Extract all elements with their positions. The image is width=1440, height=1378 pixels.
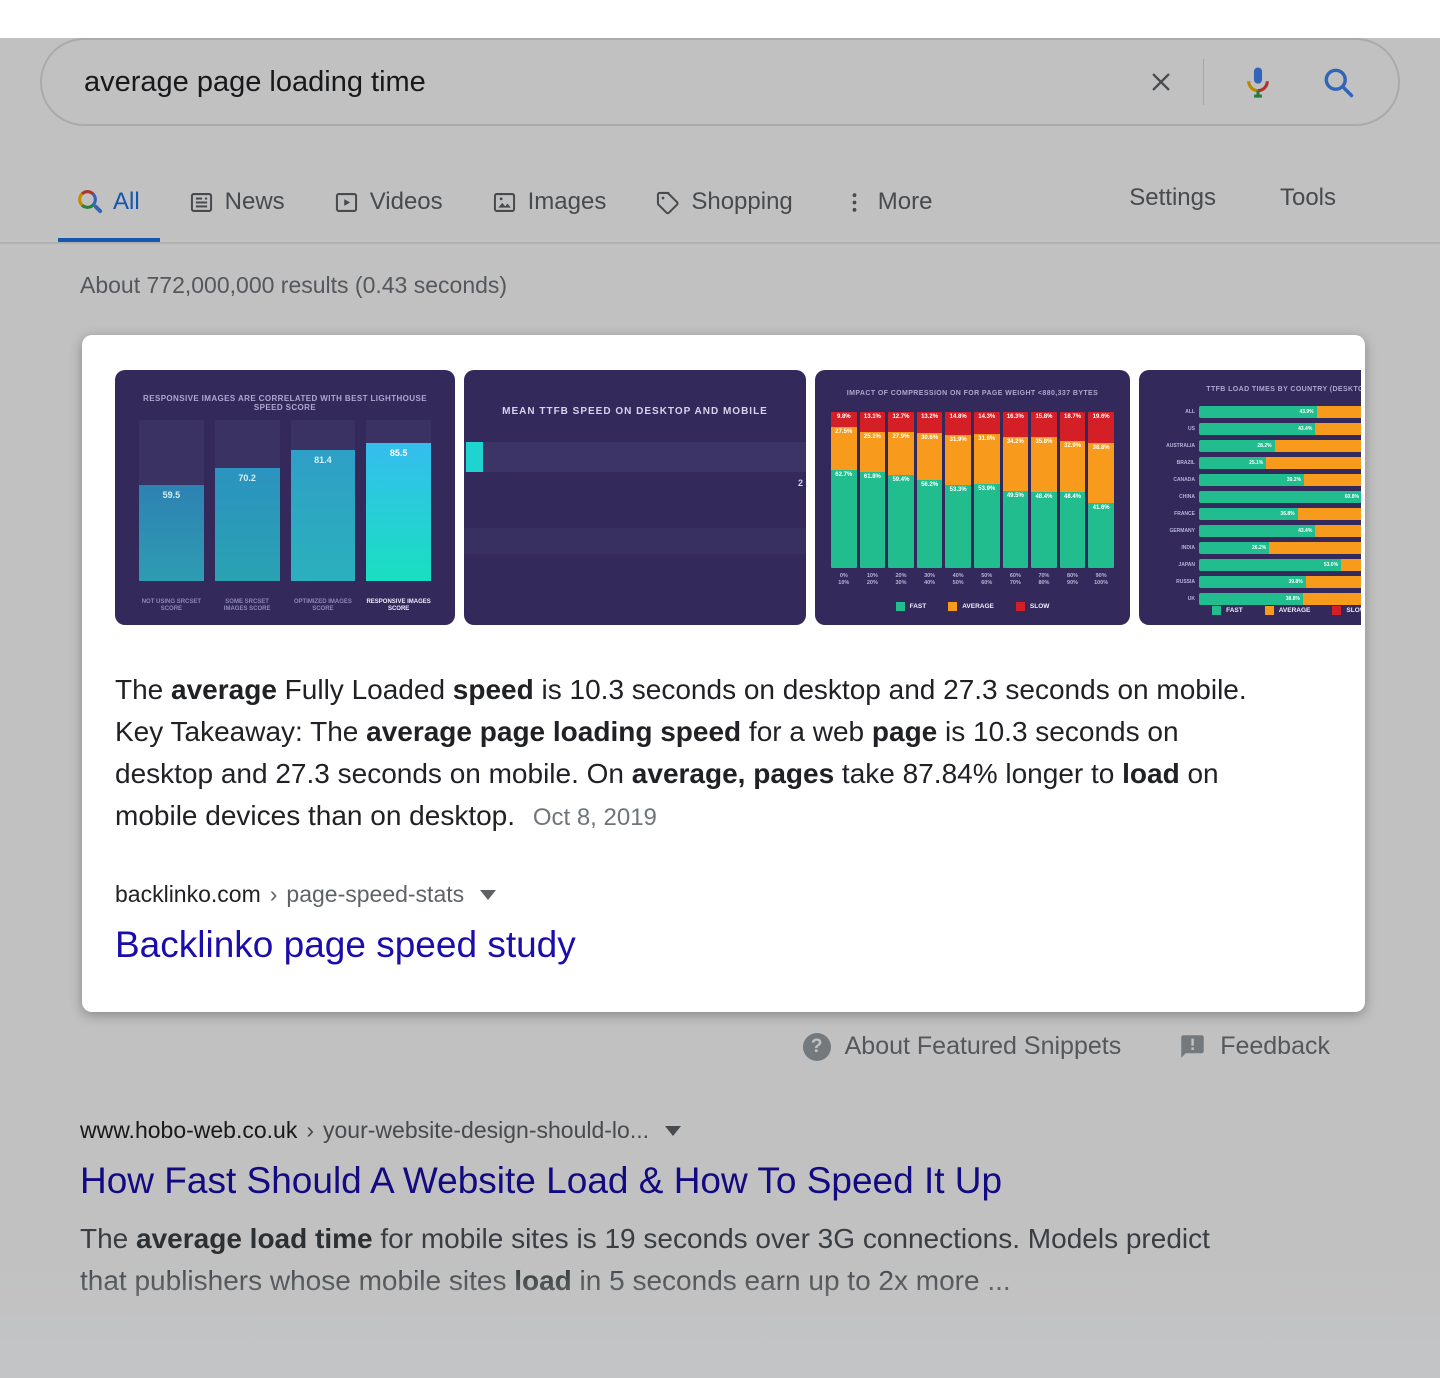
shopping-icon xyxy=(654,189,681,216)
result-options-caret-icon[interactable] xyxy=(480,890,496,900)
tab-label: Images xyxy=(528,188,607,216)
help-question-icon: ? xyxy=(803,1033,831,1061)
tab-shopping[interactable]: Shopping xyxy=(634,166,812,242)
chart-thumb-lighthouse-score[interactable]: RESPONSIVE IMAGES ARE CORRELATED WITH BE… xyxy=(115,370,455,625)
about-featured-snippets-link[interactable]: ? About Featured Snippets xyxy=(803,1032,1122,1061)
featured-snippet-card: RESPONSIVE IMAGES ARE CORRELATED WITH BE… xyxy=(82,335,1365,1012)
tab-all[interactable]: All xyxy=(58,166,160,242)
breadcrumb-path: page-speed-stats xyxy=(286,881,464,908)
result-title-link[interactable]: How Fast Should A Website Load & How To … xyxy=(80,1160,1440,1202)
feedback-link[interactable]: Feedback xyxy=(1179,1032,1330,1061)
chart-thumb-compression-impact[interactable]: IMPACT OF COMPRESSION ON FOR PAGE WEIGHT… xyxy=(815,370,1130,625)
tab-more[interactable]: More xyxy=(821,166,953,242)
more-icon xyxy=(841,189,868,216)
videos-icon xyxy=(333,189,360,216)
organic-result: www.hobo-web.co.uk › your-website-design… xyxy=(80,1117,1440,1302)
result-options-caret-icon[interactable] xyxy=(665,1126,681,1136)
featured-result-title-link[interactable]: Backlinko page speed study xyxy=(115,924,1332,966)
images-icon xyxy=(491,189,518,216)
tab-news[interactable]: News xyxy=(168,166,305,242)
tab-images[interactable]: Images xyxy=(471,166,627,242)
tab-label: More xyxy=(878,188,933,216)
snippet-text: The average Fully Loaded speed is 10.3 s… xyxy=(115,669,1270,839)
breadcrumb-separator: › xyxy=(270,881,278,908)
search-bar[interactable]: average page loading time xyxy=(40,38,1400,126)
tab-label: Shopping xyxy=(691,188,792,216)
tab-label: News xyxy=(225,188,285,216)
microphone-icon[interactable] xyxy=(1240,64,1276,100)
results-stats: About 772,000,000 results (0.43 seconds) xyxy=(80,272,1440,299)
search-input[interactable]: average page loading time xyxy=(84,66,1145,99)
menu-tools[interactable]: Tools xyxy=(1280,184,1336,212)
chart-thumb-ttfb-by-country[interactable]: TTFB LOAD TIMES BY COUNTRY (DESKTOP)ALL4… xyxy=(1139,370,1361,625)
search-icon[interactable] xyxy=(1320,64,1356,100)
snippet-rich-text: The average Fully Loaded speed is 10.3 s… xyxy=(115,674,1247,831)
chart-title: RESPONSIVE IMAGES ARE CORRELATED WITH BE… xyxy=(115,394,455,412)
menu-settings[interactable]: Settings xyxy=(1129,184,1216,212)
breadcrumb-domain: backlinko.com xyxy=(115,881,261,908)
breadcrumb-path: your-website-design-should-lo... xyxy=(323,1117,649,1144)
tab-videos[interactable]: Videos xyxy=(313,166,463,242)
snippet-image-strip: RESPONSIVE IMAGES ARE CORRELATED WITH BE… xyxy=(115,370,1361,625)
news-icon xyxy=(188,189,215,216)
search-colored-icon xyxy=(78,190,103,215)
snippet-footer: ? About Featured Snippets Feedback xyxy=(0,1032,1330,1061)
divider xyxy=(1203,59,1204,105)
result-type-tabs: All News Videos Images Shopping More Settings… xyxy=(0,166,1440,244)
clear-icon[interactable] xyxy=(1145,66,1177,98)
chart-thumb-ttfb-speed[interactable]: MEAN TTFB SPEED ON DESKTOP AND MOBILE2 xyxy=(464,370,806,625)
tab-label: Videos xyxy=(370,188,443,216)
breadcrumb-separator: › xyxy=(306,1117,314,1144)
feedback-icon xyxy=(1179,1033,1206,1060)
tab-label: All xyxy=(113,188,140,216)
breadcrumb[interactable]: backlinko.com › page-speed-stats xyxy=(115,881,1332,908)
breadcrumb-domain: www.hobo-web.co.uk xyxy=(80,1117,297,1144)
result-description: The average load time for mobile sites i… xyxy=(80,1218,1255,1302)
snippet-date: Oct 8, 2019 xyxy=(533,804,657,831)
breadcrumb[interactable]: www.hobo-web.co.uk › your-website-design… xyxy=(80,1117,1440,1144)
